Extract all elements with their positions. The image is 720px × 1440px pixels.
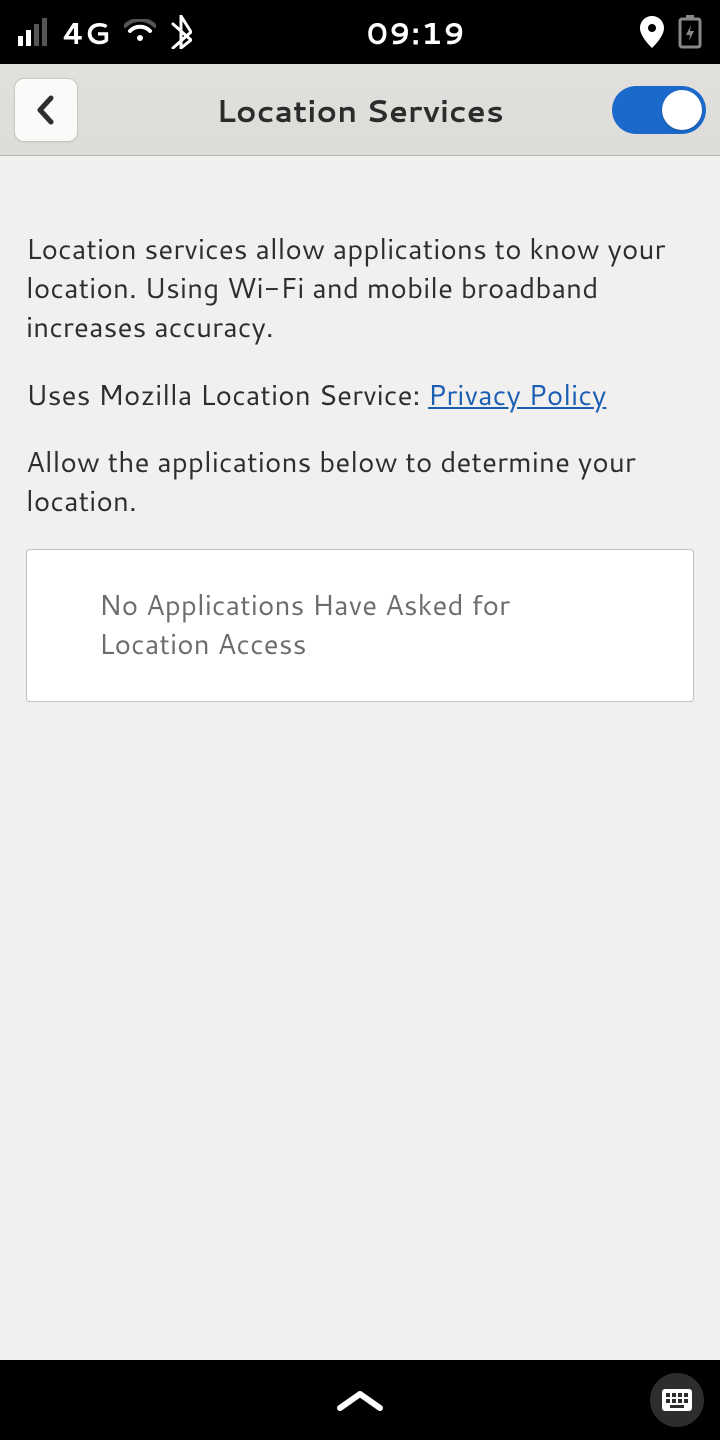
network-type-label: 4G — [62, 11, 110, 54]
keyboard-button[interactable] — [650, 1373, 704, 1427]
header-bar: Location Services — [0, 64, 720, 156]
keyboard-icon — [662, 1389, 692, 1411]
content-area: Location services allow applications to … — [0, 156, 720, 702]
description-text: Location services allow applications to … — [26, 230, 694, 348]
status-time: 09:19 — [367, 11, 466, 54]
status-left: 4G — [18, 11, 192, 54]
switch-knob — [662, 90, 702, 130]
location-services-toggle[interactable] — [612, 86, 706, 134]
wifi-icon — [124, 19, 156, 45]
chevron-left-icon — [35, 95, 57, 125]
privacy-policy-link[interactable]: Privacy Policy — [428, 375, 606, 415]
status-right — [640, 15, 702, 49]
uses-prefix: Uses Mozilla Location Service: — [26, 375, 428, 415]
cellular-signal-icon — [18, 18, 48, 46]
bluetooth-icon — [170, 15, 192, 49]
status-bar: 4G 09:19 — [0, 0, 720, 64]
back-button[interactable] — [14, 78, 78, 142]
battery-charging-icon — [678, 15, 702, 49]
allow-apps-text: Allow the applications below to determin… — [26, 443, 694, 521]
chevron-up-icon[interactable] — [332, 1386, 388, 1414]
no-applications-message: No Applications Have Asked for Location … — [99, 586, 621, 664]
mozilla-location-service-text: Uses Mozilla Location Service: Privacy P… — [26, 376, 694, 415]
bottom-nav-bar — [0, 1360, 720, 1440]
location-icon — [640, 16, 664, 48]
applications-card: No Applications Have Asked for Location … — [26, 549, 694, 701]
